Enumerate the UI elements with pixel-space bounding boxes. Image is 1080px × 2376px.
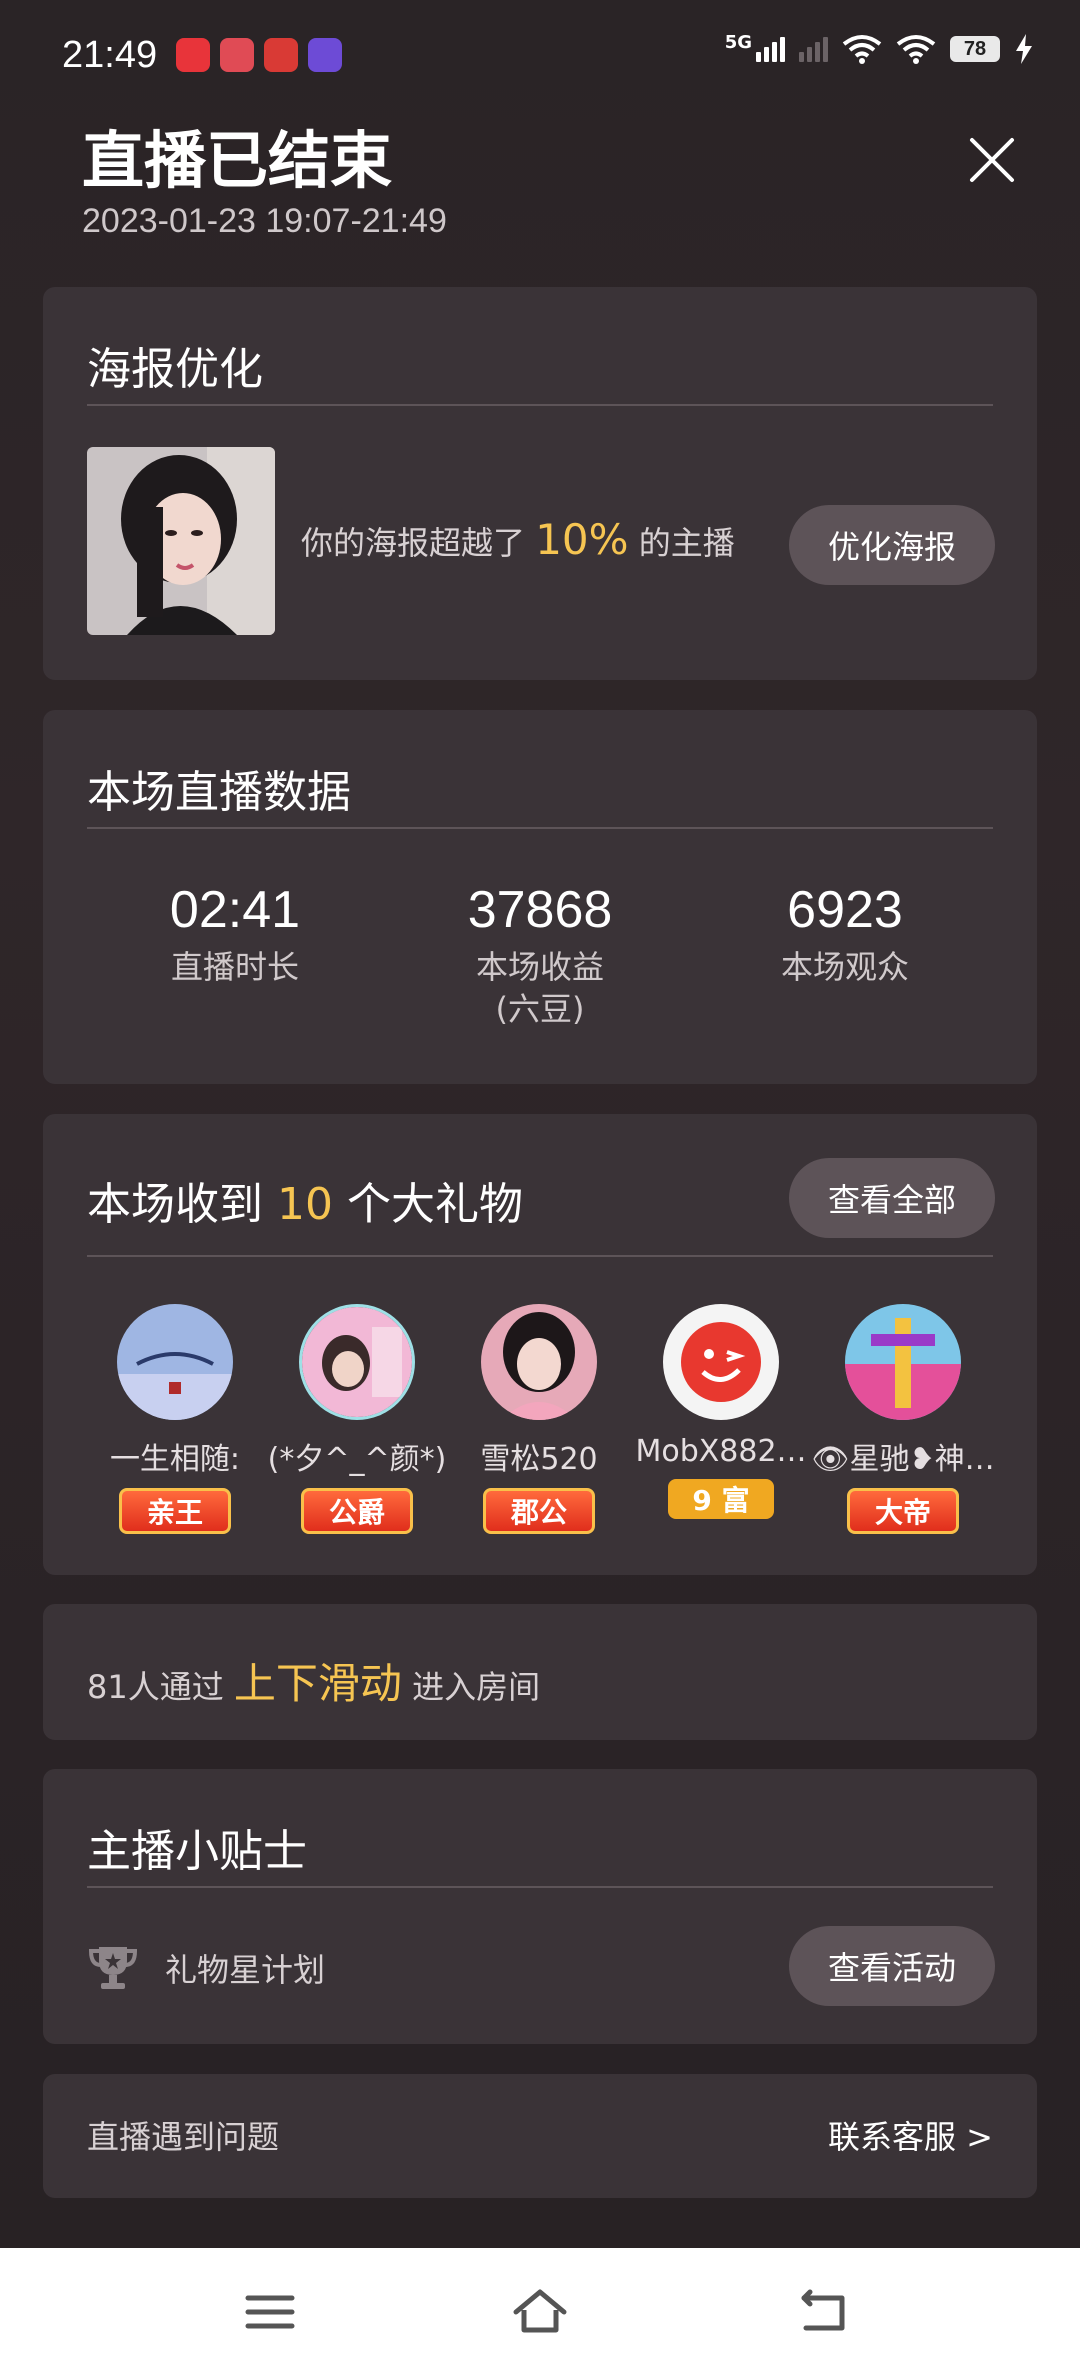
avatar (117, 1304, 233, 1420)
gifts-title-prefix: 本场收到 (87, 1179, 263, 1230)
gifter-item[interactable]: 雪松520 郡公 (447, 1304, 631, 1534)
wifi-icon (842, 35, 882, 64)
rank-badge: 大帝 (847, 1488, 959, 1534)
stat-earnings: 37868 本场收益 (六豆) (390, 880, 690, 1030)
view-activity-button[interactable]: 查看活动 (789, 1926, 995, 2006)
stat-value: 02:41 (169, 881, 301, 939)
app-notification-icon (264, 38, 298, 72)
gifts-card-title: 本场收到 10 个大礼物 (87, 1168, 523, 1232)
menu-icon[interactable] (240, 2282, 300, 2342)
signal-icon-secondary (799, 36, 828, 62)
system-nav-bar (0, 2248, 1080, 2376)
gifter-item[interactable]: (*夕^_^颜*) 公爵 (265, 1304, 449, 1534)
swipe-highlight: 上下滑动 (233, 1659, 402, 1708)
avatar (663, 1304, 779, 1420)
network-type: 5G (724, 31, 752, 53)
page-title: 直播已结束 (82, 124, 393, 197)
stat-value: 37868 (467, 881, 613, 939)
gifter-name: 雪松520 (480, 1442, 598, 1477)
stat-label: 本场观众 (780, 948, 909, 986)
home-icon[interactable] (510, 2282, 570, 2342)
gifter-name: 👁星驰❥神… (811, 1442, 995, 1477)
divider (87, 1255, 993, 1257)
poster-text-suffix: 的主播 (638, 524, 735, 562)
poster-text-prefix: 你的海报超越了 (301, 524, 526, 562)
back-icon[interactable] (794, 2282, 854, 2342)
gifter-item[interactable]: 一生相随: 亲王 (83, 1304, 267, 1534)
swipe-entry-text: 81人通过 上下滑动 进入房间 (87, 1650, 540, 1711)
gifter-name: 一生相随: (109, 1442, 241, 1477)
wifi-icon (896, 35, 936, 64)
poster-thumbnail[interactable] (87, 447, 275, 635)
contact-support-link[interactable]: 联系客服 > (828, 2112, 993, 2158)
stat-label: 直播时长 (170, 948, 299, 986)
app-notification-icon (308, 38, 342, 72)
poster-card: 海报优化 你的海报超越了 10% 的主播 优化海报 (43, 287, 1037, 680)
gifter-name: (*夕^_^颜*) (267, 1442, 447, 1477)
app-notification-icon (220, 38, 254, 72)
view-all-button[interactable]: 查看全部 (789, 1158, 995, 1238)
help-label: 直播遇到问题 (87, 2118, 280, 2156)
swipe-prefix: 81人通过 (87, 1668, 224, 1706)
rank-badge: 亲王 (119, 1488, 231, 1534)
charging-icon (1016, 34, 1032, 64)
gifter-item[interactable]: 👁星驰❥神… 大帝 (811, 1304, 995, 1534)
stat-duration: 02:41 直播时长 (85, 880, 385, 988)
stat-viewers: 6923 本场观众 (695, 880, 995, 988)
gifts-card: 本场收到 10 个大礼物 查看全部 一生相随: 亲王 (*夕^_^颜*) 公爵 … (43, 1114, 1037, 1575)
stat-value: 6923 (787, 881, 903, 939)
divider (87, 1886, 993, 1888)
divider (87, 827, 993, 829)
swipe-suffix: 进入房间 (412, 1668, 541, 1706)
optimize-poster-button[interactable]: 优化海报 (789, 505, 995, 585)
avatar (481, 1304, 597, 1420)
help-card[interactable]: 直播遇到问题 联系客服 > (43, 2074, 1037, 2198)
signal-icon (756, 36, 785, 62)
poster-card-title: 海报优化 (87, 344, 263, 395)
gift-star-plan-label: 礼物星计划 (165, 1951, 326, 1989)
poster-percent: 10% (535, 515, 629, 564)
notification-icons (176, 38, 342, 72)
trophy-icon (88, 1947, 138, 1989)
gifts-title-suffix: 个大礼物 (347, 1179, 523, 1230)
rank-badge: 9 富 (668, 1479, 774, 1519)
close-icon[interactable] (962, 130, 1022, 190)
swipe-entry-card: 81人通过 上下滑动 进入房间 (43, 1604, 1037, 1740)
avatar (299, 1304, 415, 1420)
host-tips-card: 主播小贴士 礼物星计划 查看活动 (43, 1769, 1037, 2044)
gifter-name: MobX882… (635, 1434, 807, 1469)
rank-badge: 公爵 (301, 1488, 413, 1534)
rank-badge: 郡公 (483, 1488, 595, 1534)
stat-sublabel: (六豆) (495, 990, 585, 1028)
system-icons: 5G 78 (724, 31, 1034, 64)
tips-card-title: 主播小贴士 (87, 1826, 307, 1877)
status-time: 21:49 (62, 34, 158, 76)
app-notification-icon (176, 38, 210, 72)
live-date-range: 2023-01-23 19:07-21:49 (82, 202, 447, 240)
divider (87, 404, 993, 406)
stat-label: 本场收益 (475, 948, 604, 986)
battery-icon: 78 (950, 36, 1000, 62)
avatar (845, 1304, 961, 1420)
stats-card-title: 本场直播数据 (87, 767, 351, 818)
gifter-item[interactable]: MobX882… 9 富 (629, 1304, 813, 1519)
gifts-count: 10 (277, 1179, 333, 1230)
status-bar: 21:49 5G 78 (0, 0, 1080, 110)
live-stats-card: 本场直播数据 02:41 直播时长 37868 本场收益 (六豆) 6923 本… (43, 710, 1037, 1084)
poster-rank-text: 你的海报超越了 10% 的主播 (301, 515, 735, 564)
